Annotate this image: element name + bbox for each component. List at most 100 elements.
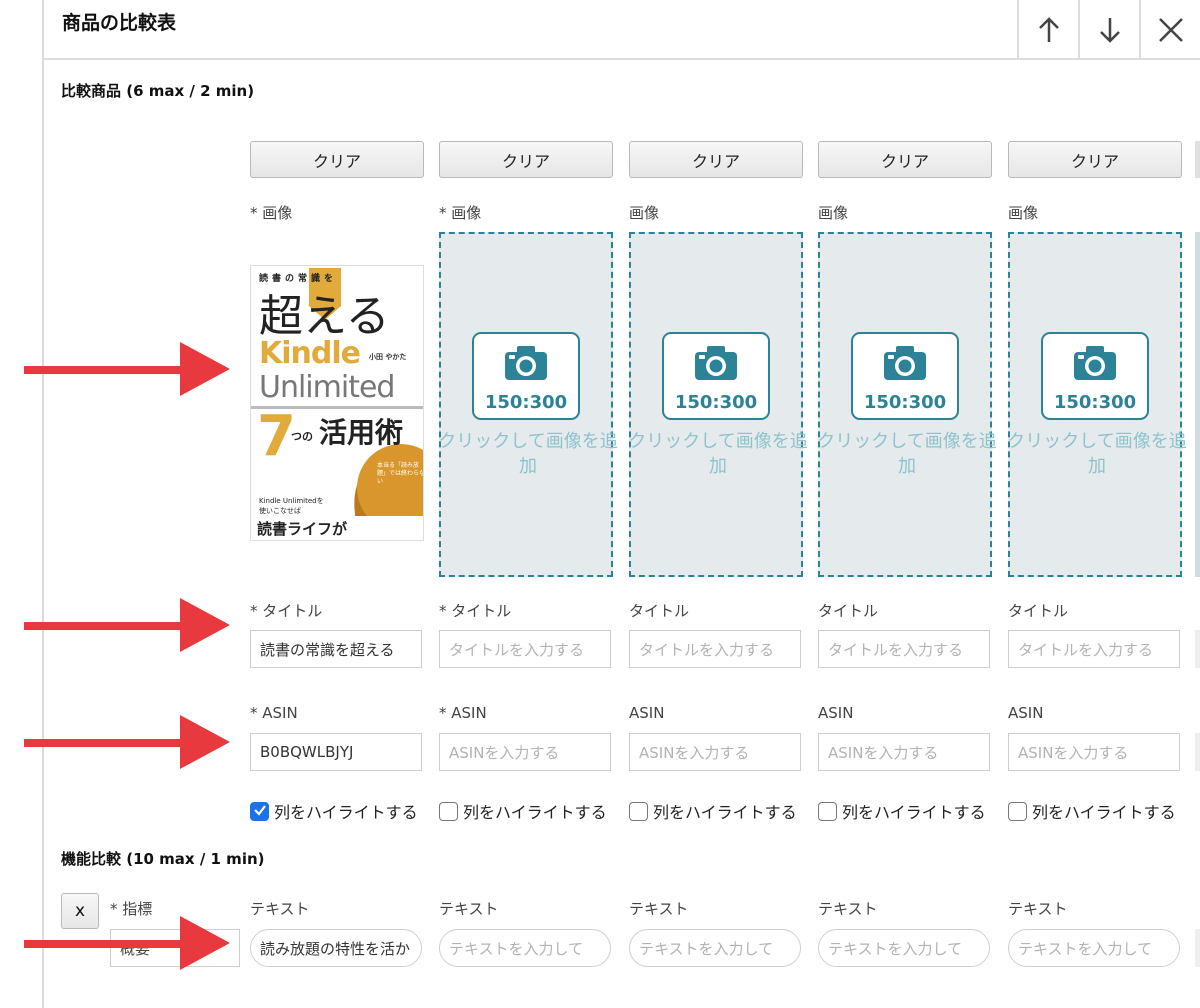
image-ratio-badge: 150:300 (662, 332, 770, 420)
product-column: クリア画像 150:300 クリックして画像を追加タイトルタイトルを入力する ASIN… (628, 0, 808, 1008)
book-text-author: 小田 やかた (369, 353, 407, 361)
highlight-checkbox[interactable] (250, 801, 269, 821)
asin-label: ASIN (629, 704, 665, 722)
book-text-sub1: Kindle Unlimitedを (259, 497, 324, 505)
asin-label: * ASIN (250, 704, 298, 722)
image-drop-text: クリックして画像を追加 (817, 431, 997, 477)
image-ratio: 150:300 (1053, 392, 1137, 413)
product-image[interactable]: 読書の常識を 超える Kindle 小田 やかた Unlimited 7 つの 活用術 本当る「… (250, 265, 424, 541)
image-ratio-badge: 150:300 (851, 332, 959, 420)
highlight-checkbox[interactable] (439, 801, 458, 821)
highlight-label: 列をハイライトする (1032, 803, 1176, 822)
next-column-edge (1195, 630, 1200, 668)
next-column-edge (1195, 733, 1200, 771)
asin-label: ASIN (1008, 704, 1044, 722)
title-input[interactable]: タイトルを入力する (629, 630, 801, 668)
highlight-column-option[interactable]: 列をハイライトする (250, 799, 418, 823)
highlight-checkbox[interactable] (629, 801, 648, 821)
highlight-column-option[interactable]: 列をハイライトする (1008, 799, 1176, 823)
camera-icon (503, 344, 549, 386)
image-drop-text: クリックして画像を追加 (1007, 431, 1187, 477)
title-label: タイトル (629, 602, 690, 620)
image-label: 画像 (629, 204, 660, 222)
annotation-arrow-text (24, 916, 230, 970)
image-label: * 画像 (250, 204, 293, 222)
feature-text-input[interactable]: テキストを入力して (1008, 929, 1180, 967)
title-input[interactable]: タイトルを入力する (439, 630, 611, 668)
clear-button[interactable]: クリア (818, 141, 992, 178)
highlight-label: 列をハイライトする (653, 803, 797, 822)
asin-label: ASIN (818, 704, 854, 722)
camera-icon (693, 344, 739, 386)
book-text-tsuno: つの (291, 430, 313, 443)
title-label: タイトル (818, 602, 879, 620)
book-text-kindle: Kindle (259, 336, 361, 371)
image-drop-zone[interactable]: 150:300 クリックして画像を追加 (817, 232, 997, 577)
highlight-checkbox[interactable] (1008, 801, 1027, 821)
feature-text-label: テキスト (629, 900, 689, 918)
highlight-label: 列をハイライトする (842, 803, 986, 822)
image-ratio: 150:300 (863, 392, 947, 413)
book-text-big: 超える (259, 291, 390, 342)
highlight-column-option[interactable]: 列をハイライトする (818, 799, 986, 823)
product-column: クリア * 画像 読書の常識を 超える Kindle 小田 やかた Unlimited 7 つの… (250, 0, 424, 1008)
book-text-bubble: 本当る「読み放題」では終わらない (377, 462, 424, 485)
feature-text-input[interactable]: テキストを入力して (818, 929, 990, 967)
image-label: * 画像 (439, 204, 482, 222)
title-label: * タイトル (439, 602, 512, 620)
feature-text-label: テキスト (818, 900, 878, 918)
asin-input[interactable]: B0BQWLBJYJ (250, 733, 422, 771)
feature-text-label: テキスト (250, 900, 310, 918)
title-label: * タイトル (250, 602, 323, 620)
highlight-label: 列をハイライトする (463, 803, 607, 822)
image-drop-zone[interactable]: 150:300 クリックして画像を追加 (628, 232, 808, 577)
next-column-edge (1195, 232, 1200, 577)
book-text-bottom-right: 変わる! (355, 516, 421, 538)
asin-input[interactable]: ASINを入力する (818, 733, 990, 771)
image-drop-zone[interactable]: 150:300 クリックして画像を追加 (1007, 232, 1187, 577)
next-column-edge (1195, 141, 1200, 178)
product-column: クリア画像 150:300 クリックして画像を追加タイトルタイトルを入力する ASIN… (817, 0, 997, 1008)
image-ratio: 150:300 (484, 392, 568, 413)
image-ratio-badge: 150:300 (1041, 332, 1149, 420)
annotation-arrow-asin (24, 715, 230, 769)
annotation-arrow-title (24, 598, 230, 652)
image-label: 画像 (818, 204, 849, 222)
image-drop-text: クリックして画像を追加 (438, 431, 618, 477)
asin-input[interactable]: ASINを入力する (629, 733, 801, 771)
features-section-title: 機能比較 (10 max / 1 min) (61, 850, 265, 868)
title-input[interactable]: 読書の常識を超える (250, 630, 422, 668)
title-input[interactable]: タイトルを入力する (1008, 630, 1180, 668)
image-ratio-badge: 150:300 (472, 332, 580, 420)
product-column: クリア * 画像 150:300 クリックして画像を追加 * タイトルタイトルを入力する… (438, 0, 618, 1008)
book-text-sub2: 使いこなせば (259, 507, 301, 515)
feature-text-input[interactable]: テキストを入力して (629, 929, 801, 967)
checkmark-icon (253, 802, 267, 821)
asin-input[interactable]: ASINを入力する (439, 733, 611, 771)
image-ratio: 150:300 (674, 392, 758, 413)
asin-input[interactable]: ASINを入力する (1008, 733, 1180, 771)
feature-text-label: テキスト (439, 900, 499, 918)
camera-icon (1072, 344, 1118, 386)
book-text-bottom-left: 読書ライフが (257, 520, 348, 538)
page-title: 商品の比較表 (62, 12, 177, 34)
next-column-edge (1195, 929, 1200, 967)
highlight-column-option[interactable]: 列をハイライトする (629, 799, 797, 823)
clear-button[interactable]: クリア (439, 141, 613, 178)
title-input[interactable]: タイトルを入力する (818, 630, 990, 668)
highlight-column-option[interactable]: 列をハイライトする (439, 799, 607, 823)
feature-text-label: テキスト (1008, 900, 1068, 918)
product-column: クリア 画像 150:300 クリックして画像を追加 タイトル タイトルを入力する ASIN… (1007, 0, 1187, 1008)
asin-label: * ASIN (439, 704, 487, 722)
highlight-label: 列をハイライトする (274, 803, 418, 822)
image-drop-zone[interactable]: 150:300 クリックして画像を追加 (438, 232, 618, 577)
book-text-unlimited: Unlimited (259, 370, 395, 405)
products-section-title: 比較商品 (6 max / 2 min) (61, 82, 255, 100)
clear-button[interactable]: クリア (250, 141, 424, 178)
annotation-arrow-image (24, 342, 230, 396)
feature-text-input[interactable]: テキストを入力して (439, 929, 611, 967)
highlight-checkbox[interactable] (818, 801, 837, 821)
clear-button[interactable]: クリア (1008, 141, 1182, 178)
clear-button[interactable]: クリア (629, 141, 803, 178)
feature-text-input[interactable]: 読み放題の特性を活か (250, 929, 422, 967)
